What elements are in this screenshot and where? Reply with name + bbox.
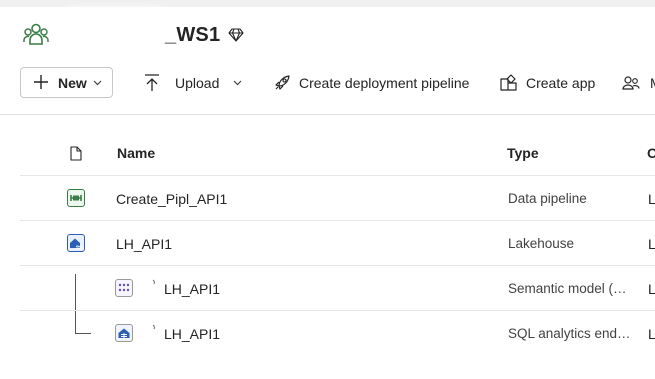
workspace-title: _WS1 <box>165 24 221 46</box>
item-type: Semantic model (… <box>508 281 627 296</box>
manage-access-button[interactable]: M <box>622 67 655 98</box>
top-strip <box>0 0 655 7</box>
item-type: Data pipeline <box>508 191 587 206</box>
redacted-workspace-name <box>58 14 170 50</box>
row-divider <box>20 175 655 176</box>
item-owner: Le <box>648 326 655 342</box>
item-owner: Le <box>648 281 655 297</box>
item-type: Lakehouse <box>508 236 575 251</box>
create-app-button[interactable]: Create app <box>500 67 600 98</box>
column-header-name[interactable]: Name <box>117 145 155 161</box>
loading-spinner-icon <box>152 324 155 330</box>
upload-button[interactable]: Upload <box>144 67 244 98</box>
row-divider <box>20 310 655 311</box>
upload-icon <box>145 74 159 91</box>
row-divider <box>20 265 655 266</box>
app-icon <box>500 74 517 91</box>
semantic-model-icon <box>115 279 133 297</box>
child-tree-connector <box>75 274 91 334</box>
new-button[interactable]: New <box>20 67 113 98</box>
diamond-icon[interactable] <box>228 27 244 43</box>
chevron-down-icon <box>93 80 102 86</box>
lakehouse-icon <box>67 234 85 252</box>
create-app-label: Create app <box>526 75 596 91</box>
workspace-people-icon <box>23 23 49 45</box>
create-deployment-pipeline-label: Create deployment pipeline <box>299 75 470 91</box>
upload-label: Upload <box>175 75 220 91</box>
item-type: SQL analytics end… <box>508 326 631 341</box>
plus-icon <box>34 75 48 89</box>
item-name[interactable]: LH_API1 <box>164 281 220 297</box>
chevron-down-icon <box>233 80 242 86</box>
file-type-icon <box>70 146 82 161</box>
new-button-label: New <box>58 75 87 91</box>
manage-access-label: M <box>650 75 655 91</box>
toolbar-divider <box>0 114 655 115</box>
item-name[interactable]: Create_Pipl_API1 <box>116 191 227 207</box>
item-owner: Li <box>648 191 655 207</box>
rocket-icon <box>275 75 290 90</box>
loading-spinner-icon <box>152 279 155 285</box>
item-name[interactable]: LH_API1 <box>116 236 172 252</box>
column-header-owner[interactable]: O <box>647 145 655 161</box>
people-icon <box>622 76 640 90</box>
row-divider <box>20 220 655 221</box>
data-pipeline-icon <box>67 189 85 207</box>
item-owner: Li <box>648 236 655 252</box>
item-name[interactable]: LH_API1 <box>164 326 220 342</box>
column-header-type[interactable]: Type <box>507 145 539 161</box>
create-deployment-pipeline-button[interactable]: Create deployment pipeline <box>273 67 473 98</box>
sql-endpoint-icon <box>115 324 133 342</box>
